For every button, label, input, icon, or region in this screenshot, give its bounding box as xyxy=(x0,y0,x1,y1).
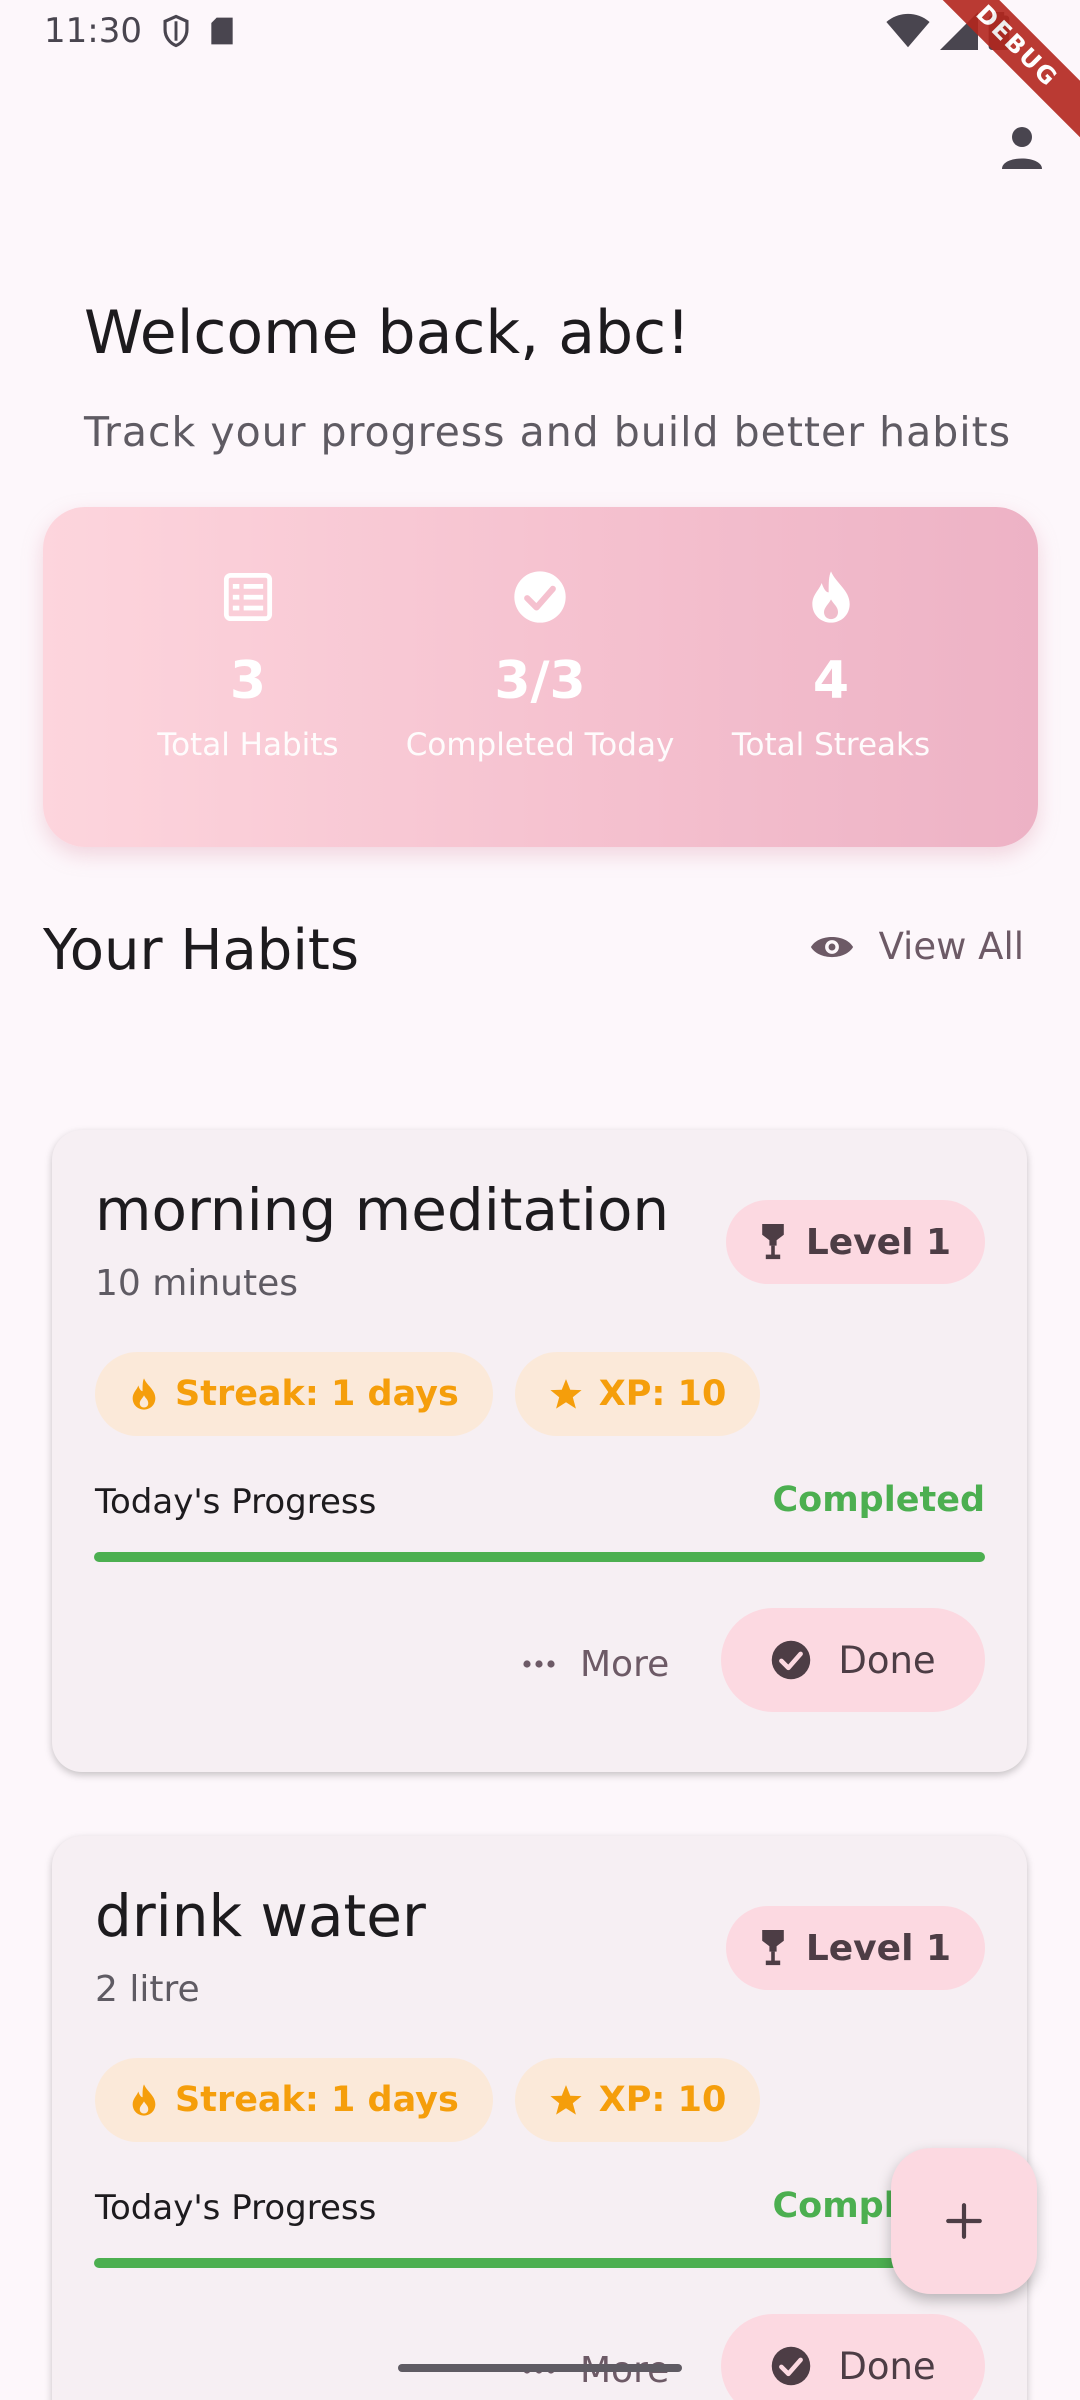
habit-card[interactable]: morning meditation 10 minutes Level 1 St… xyxy=(52,1130,1027,1772)
stat-total-streaks: 4 Total Streaks xyxy=(666,567,996,763)
level-label: Level 1 xyxy=(805,1927,951,1969)
view-all-label: View All xyxy=(878,925,1024,968)
stat-value: 4 xyxy=(812,651,850,711)
habit-name: drink water xyxy=(95,1882,426,1950)
habit-goal: 10 minutes xyxy=(95,1263,298,1304)
more-button[interactable]: More xyxy=(502,1622,689,1706)
streak-chip: Streak: 1 days xyxy=(95,1352,493,1436)
add-habit-button[interactable] xyxy=(891,2148,1037,2294)
stat-value: 3 xyxy=(229,651,267,711)
progress-label: Today's Progress xyxy=(95,1482,377,1522)
done-button[interactable]: Done xyxy=(721,1608,985,1712)
habit-goal: 2 litre xyxy=(95,1969,200,2010)
habit-card[interactable]: drink water 2 litre Level 1 Streak: 1 da… xyxy=(52,1836,1027,2400)
star-icon xyxy=(550,2085,582,2115)
streak-label: Streak: 1 days xyxy=(175,1374,459,1414)
progress-label: Today's Progress xyxy=(95,2188,377,2228)
xp-label: XP: 10 xyxy=(598,1374,727,1414)
wifi-icon xyxy=(886,13,930,53)
check-circle-icon xyxy=(772,1640,811,1680)
progress-bar xyxy=(94,1552,985,1562)
view-all-button[interactable]: View All xyxy=(809,925,1024,968)
flame-icon xyxy=(132,1378,156,1410)
medal-icon xyxy=(762,1224,784,1260)
shield-icon xyxy=(156,11,196,51)
check-circle-icon xyxy=(375,567,705,627)
welcome-title: Welcome back, abc! xyxy=(84,298,691,368)
done-button[interactable]: Done xyxy=(721,2314,985,2400)
stat-value: 3/3 xyxy=(494,651,586,711)
flame-icon xyxy=(132,2084,156,2116)
done-label: Done xyxy=(838,1638,936,1682)
plus-icon xyxy=(946,2203,982,2239)
level-badge: Level 1 xyxy=(725,1906,985,1990)
flame-icon xyxy=(666,567,996,627)
more-horiz-icon xyxy=(523,1660,555,1668)
xp-label: XP: 10 xyxy=(598,2080,727,2120)
check-circle-icon xyxy=(772,2346,811,2386)
stat-total-habits: 3 Total Habits xyxy=(83,567,413,763)
stat-label: Total Streaks xyxy=(731,727,931,763)
stat-label: Completed Today xyxy=(405,727,675,763)
level-label: Level 1 xyxy=(805,1221,951,1263)
progress-fill xyxy=(94,1552,985,1562)
progress-fill xyxy=(94,2258,985,2268)
sd-card-icon xyxy=(202,11,242,51)
stats-card: 3 Total Habits 3/3 Completed Today 4 Tot… xyxy=(43,507,1038,847)
habit-name: morning meditation xyxy=(95,1176,670,1244)
gesture-nav-bar[interactable] xyxy=(398,2364,682,2372)
progress-status: Completed xyxy=(772,1480,985,1520)
section-title: Your Habits xyxy=(43,918,360,983)
medal-icon xyxy=(762,1930,784,1966)
xp-chip: XP: 10 xyxy=(514,2058,761,2142)
habit-chips: Streak: 1 days XP: 10 xyxy=(95,1352,761,1436)
stat-label: Total Habits xyxy=(157,727,339,763)
welcome-subtitle: Track your progress and build better hab… xyxy=(84,408,1012,456)
person-icon xyxy=(1002,127,1042,169)
progress-bar xyxy=(94,2258,985,2268)
stat-completed-today: 3/3 Completed Today xyxy=(375,567,705,763)
list-icon xyxy=(83,567,413,627)
star-icon xyxy=(550,1379,582,1409)
habit-chips: Streak: 1 days XP: 10 xyxy=(95,2058,761,2142)
eye-icon xyxy=(810,936,853,957)
streak-chip: Streak: 1 days xyxy=(95,2058,493,2142)
profile-button[interactable] xyxy=(990,115,1054,179)
level-badge: Level 1 xyxy=(725,1200,985,1284)
xp-chip: XP: 10 xyxy=(514,1352,761,1436)
done-label: Done xyxy=(838,2344,936,2388)
streak-label: Streak: 1 days xyxy=(175,2080,459,2120)
more-label: More xyxy=(580,1643,670,1685)
status-time: 11:30 xyxy=(44,11,142,51)
